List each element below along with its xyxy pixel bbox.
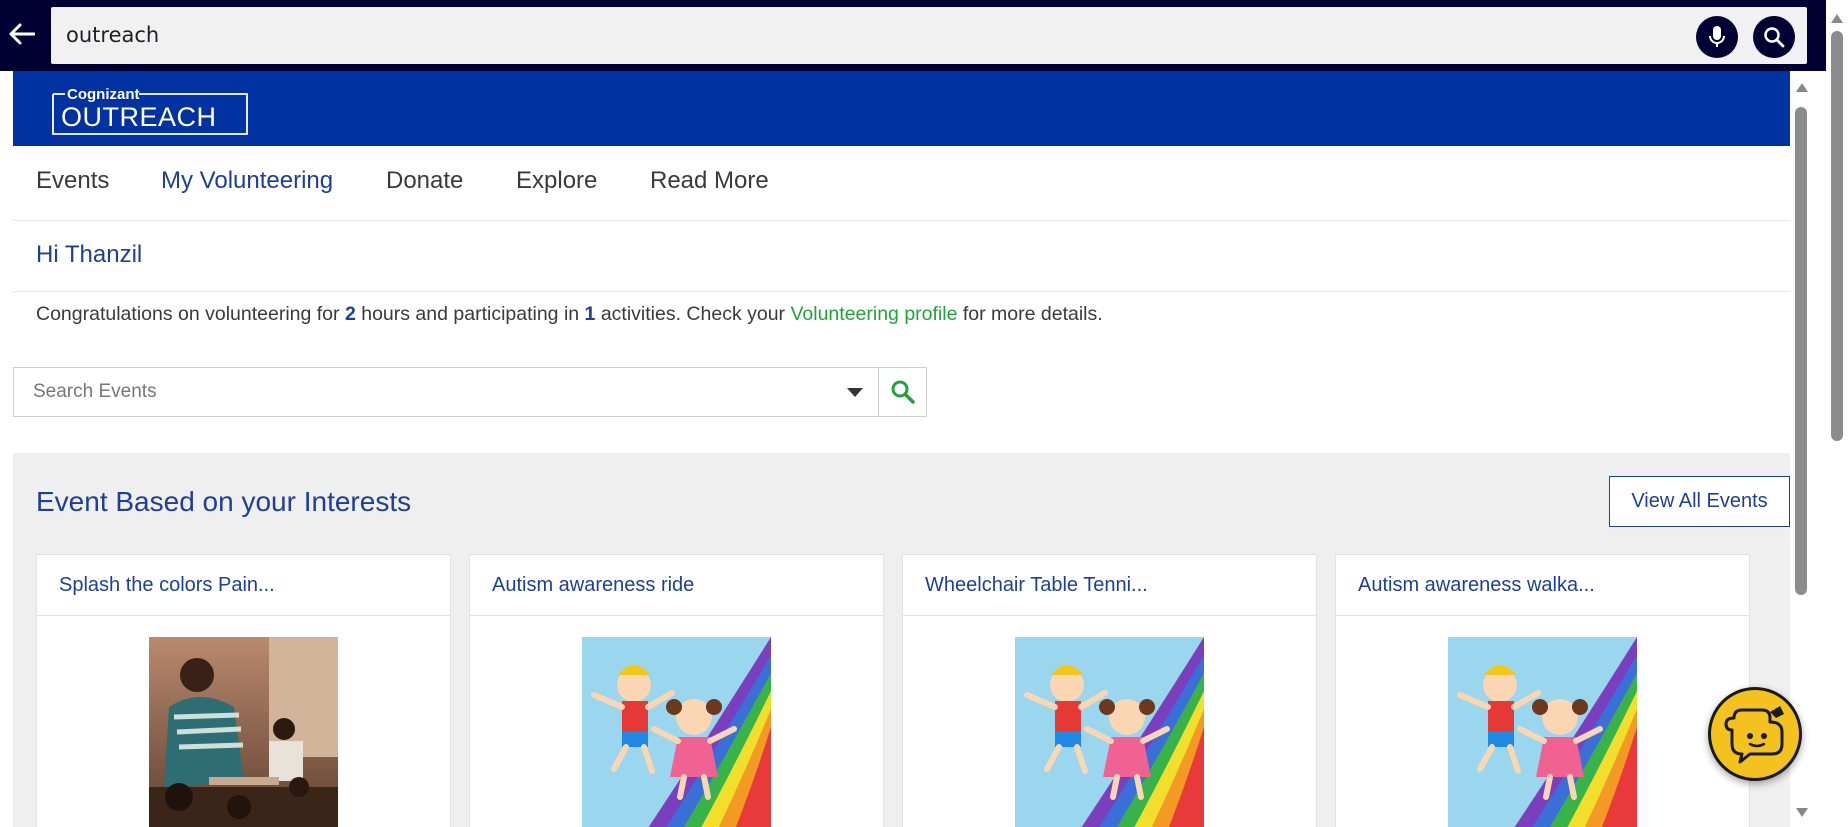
nav-item-explore[interactable]: Explore — [516, 167, 597, 195]
event-card[interactable]: Wheelchair Table Tenni... — [902, 554, 1317, 827]
browser-search-query[interactable]: outreach — [66, 7, 159, 64]
hours-count: 2 — [344, 303, 356, 325]
event-card-title[interactable]: Autism awareness walka... — [1336, 555, 1749, 616]
scroll-down-arrow-icon[interactable] — [1796, 808, 1808, 817]
classroom-photo[interactable] — [149, 637, 338, 827]
outreach-logo[interactable]: Cognizant OUTREACH — [51, 80, 249, 136]
nav-item-read-more[interactable]: Read More — [650, 167, 769, 195]
chatbot-icon[interactable] — [1708, 687, 1802, 781]
outer-scrollbar[interactable] — [1826, 0, 1848, 827]
page-scroll-thumb[interactable] — [1795, 107, 1807, 595]
event-card[interactable]: Splash the colors Pain... — [36, 554, 451, 827]
greeting-text: Hi Thanzil — [36, 241, 143, 268]
kids-rainbow-illustration[interactable] — [1448, 637, 1637, 827]
view-all-events-button[interactable]: View All Events — [1609, 476, 1790, 527]
volunteering-profile-link[interactable]: Volunteering profile — [790, 303, 957, 325]
event-search-button[interactable] — [878, 367, 927, 417]
event-card-title[interactable]: Splash the colors Pain... — [37, 555, 450, 616]
event-card-title[interactable]: Autism awareness ride — [470, 555, 883, 616]
microphone-icon[interactable] — [1696, 16, 1738, 58]
activities-count: 1 — [584, 303, 596, 325]
magnifier-icon — [891, 380, 915, 404]
interests-section: Event Based on your Interests View All E… — [13, 453, 1790, 827]
event-card-title[interactable]: Wheelchair Table Tenni... — [903, 555, 1316, 616]
scroll-up-arrow-icon[interactable] — [1831, 14, 1843, 23]
kids-rainbow-illustration[interactable] — [1015, 637, 1204, 827]
svg-text:OUTREACH: OUTREACH — [61, 102, 217, 132]
nav-item-donate[interactable]: Donate — [386, 167, 463, 195]
top-search-bar: outreach — [0, 0, 1848, 71]
event-search-input[interactable] — [14, 368, 880, 416]
nav-divider — [13, 220, 1790, 221]
search-icon[interactable] — [1753, 16, 1795, 58]
browser-search-box[interactable]: outreach — [51, 7, 1807, 64]
brand-bar: Cognizant OUTREACH — [13, 71, 1790, 146]
volunteering-summary: Congratulations on volunteering for 2 ho… — [36, 303, 1103, 325]
back-arrow-icon[interactable] — [6, 18, 38, 50]
kids-rainbow-illustration[interactable] — [582, 637, 771, 827]
outer-scroll-thumb[interactable] — [1831, 31, 1843, 441]
outreach-page: Cognizant OUTREACH Events Events My Volu… — [13, 71, 1790, 827]
nav-item-my-volunteering[interactable]: My Volunteering — [161, 167, 333, 195]
event-card[interactable]: Autism awareness ride — [469, 554, 884, 827]
scroll-up-arrow-icon[interactable] — [1796, 83, 1808, 92]
section-title: Event Based on your Interests — [36, 486, 412, 517]
event-card[interactable]: Autism awareness walka... — [1335, 554, 1750, 827]
dropdown-caret-icon[interactable] — [847, 388, 863, 397]
svg-text:Cognizant: Cognizant — [67, 86, 140, 103]
event-search — [13, 367, 880, 417]
nav-item-events[interactable]: Events — [36, 167, 109, 195]
